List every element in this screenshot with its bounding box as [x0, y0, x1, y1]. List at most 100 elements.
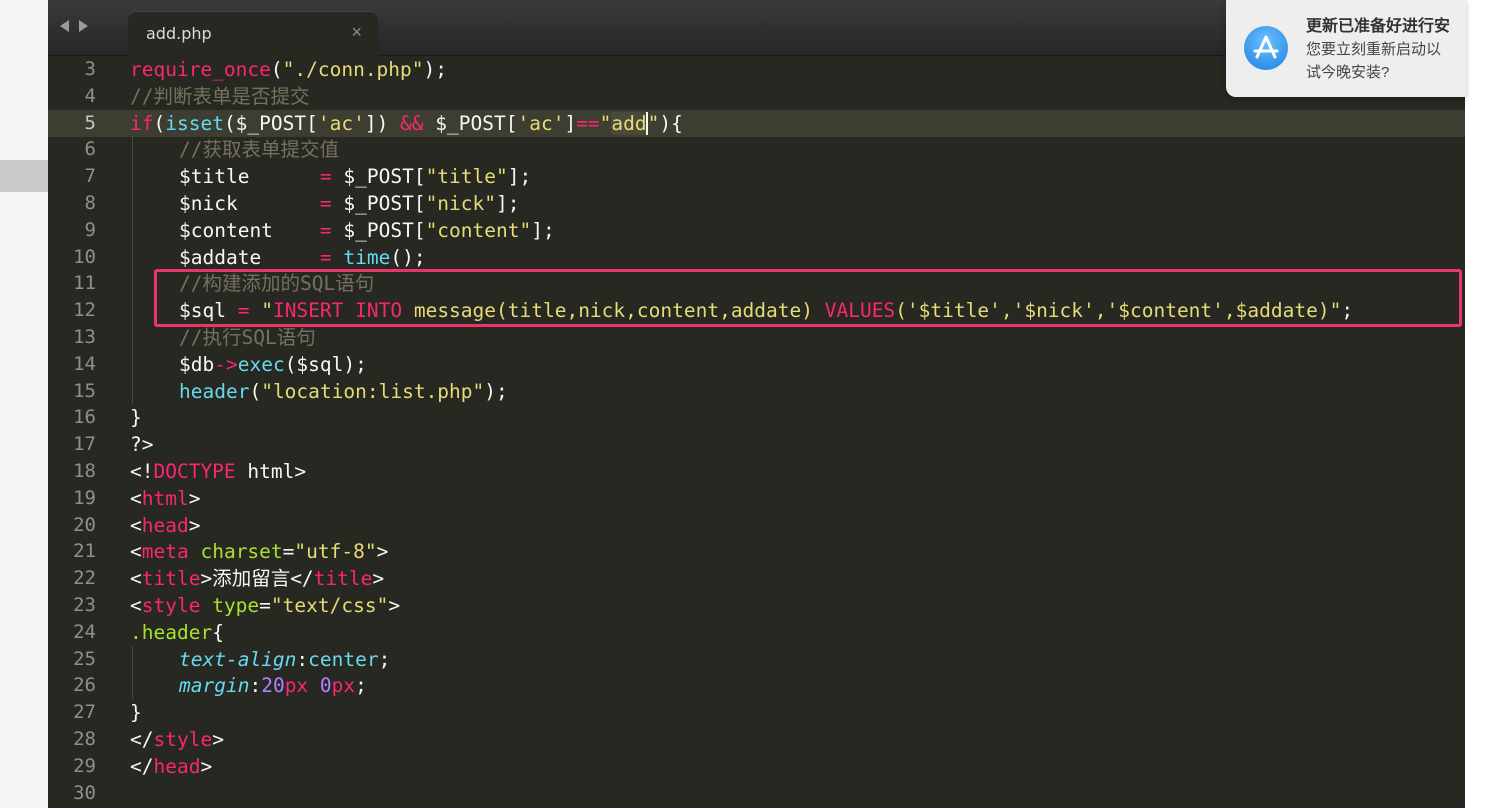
code-line[interactable]: header("location:list.php");: [179, 378, 508, 405]
line-number: 25: [73, 647, 96, 670]
line-number: 29: [73, 754, 96, 777]
line-number: 30: [73, 781, 96, 804]
annotation-highlight-box: [154, 269, 1462, 327]
code-line[interactable]: </head>: [130, 753, 212, 780]
code-token: header: [179, 379, 250, 403]
line-number: 22: [73, 567, 96, 590]
background-bar: [0, 160, 48, 192]
code-token: ();: [390, 245, 426, 269]
code-line[interactable]: <title>添加留言</title>: [130, 565, 384, 592]
line-number: 13: [73, 326, 96, 348]
line-number-gutter: 3 4 5 6 7 8 9 10 11 12 13 14 15 16 17 18 19 20 21 22 23 24 25 2…: [48, 56, 116, 808]
code-line[interactable]: ?>: [130, 431, 153, 458]
code-line[interactable]: $db->exec($sql);: [179, 351, 367, 378]
code-token: isset: [165, 111, 224, 135]
code-token: </: [130, 728, 154, 751]
line-number: 18: [73, 460, 96, 482]
code-token: );: [423, 58, 448, 81]
update-notification[interactable]: 更新已准备好进行安 您要立刻重新启动以 试今晚安装?: [1226, 0, 1466, 97]
code-token: $addate: [179, 245, 320, 269]
tab-navigation: [60, 20, 88, 40]
code-line[interactable]: }: [130, 404, 142, 431]
code-token: $db: [179, 352, 215, 376]
code-token: if: [130, 111, 154, 135]
back-arrow-icon[interactable]: [60, 20, 69, 32]
code-token: $_POST[: [423, 111, 518, 135]
code-line[interactable]: <style type="text/css">: [130, 592, 400, 619]
code-token: $_POST[: [331, 192, 426, 215]
indent-guide: [132, 645, 133, 673]
code-token: head: [153, 754, 201, 778]
code-token: "location:list.php": [261, 379, 485, 403]
code-token: html>: [235, 460, 307, 483]
code-token: "title": [425, 165, 508, 189]
code-line[interactable]: $title = $_POST["title"];: [179, 163, 531, 190]
code-token: px: [284, 674, 309, 698]
code-token: exec: [237, 352, 285, 376]
code-line[interactable]: $nick = $_POST["nick"];: [179, 190, 520, 217]
code-line[interactable]: }: [130, 699, 142, 726]
code-token: center: [308, 647, 379, 671]
code-token: html: [141, 486, 189, 510]
code-token: =: [282, 540, 295, 564]
line-number: 19: [73, 486, 96, 509]
code-token: ": [645, 111, 660, 135]
code-token: }: [130, 701, 142, 725]
code-line[interactable]: //执行SQL语句: [179, 324, 316, 351]
code-line[interactable]: $content = $_POST["content"];: [179, 217, 555, 244]
forward-arrow-icon[interactable]: [79, 20, 88, 32]
code-line[interactable]: <html>: [130, 485, 200, 512]
code-token: DOCTYPE: [153, 460, 236, 483]
code-token: 'ac': [517, 111, 565, 135]
code-token: ){: [659, 111, 683, 135]
code-token: }: [130, 406, 142, 430]
code-token: "./conn.php": [282, 58, 424, 81]
code-token: 20: [261, 674, 285, 698]
code-token: &&: [400, 111, 424, 135]
line-number: 4: [84, 84, 96, 107]
indent-guide: [132, 297, 133, 324]
line-number: 8: [84, 192, 96, 214]
tab-add-php[interactable]: add.php ×: [128, 12, 378, 56]
code-line[interactable]: require_once("./conn.php");: [130, 56, 447, 83]
code-line[interactable]: <head>: [130, 512, 200, 539]
code-line[interactable]: //获取表单提交值: [179, 136, 339, 163]
code-token: "nick": [425, 192, 497, 215]
code-area[interactable]: require_once("./conn.php");//判断表单是否提交 if(…: [130, 56, 1460, 808]
line-number: 5: [84, 111, 96, 134]
code-line[interactable]: margin:20px 0px;: [179, 672, 367, 699]
code-line[interactable]: <!DOCTYPE html>: [130, 458, 306, 485]
app-store-icon: [1244, 26, 1288, 70]
indent-guide: [132, 672, 133, 700]
line-number: 14: [73, 352, 96, 375]
code-token: $content: [179, 218, 320, 242]
code-token: <: [130, 513, 142, 537]
close-icon[interactable]: ×: [351, 22, 362, 43]
line-number: 9: [84, 218, 96, 241]
code-token: >: [372, 567, 385, 591]
line-number: 3: [84, 58, 96, 80]
code-line[interactable]: $addate = time();: [179, 244, 426, 271]
code-token: charset: [200, 540, 283, 564]
code-token: ]: [564, 111, 577, 135]
line-number: 23: [73, 594, 96, 616]
code-line[interactable]: text-align:center;: [179, 646, 390, 673]
code-token: "utf-8": [294, 540, 377, 564]
line-number: 7: [84, 165, 96, 188]
code-line[interactable]: //判断表单是否提交: [130, 83, 309, 110]
code-token: {: [212, 620, 224, 644]
code-editor[interactable]: add.php × 3 4 5 6 7 8 9 10 11 12 13 14 15 16 17 18 19 20 2…: [48, 0, 1465, 808]
code-line[interactable]: </style>: [130, 726, 224, 753]
code-token: <: [130, 486, 142, 510]
code-token: >: [188, 513, 201, 537]
code-token: ": [599, 111, 612, 135]
background-left: [0, 0, 48, 808]
code-line[interactable]: .header{: [130, 619, 224, 646]
indent-guide: [132, 163, 133, 190]
code-line[interactable]: if(isset($_POST['ac']) && $_POST['ac']==…: [130, 110, 683, 137]
code-token: $title: [179, 165, 320, 189]
code-line[interactable]: <meta charset="utf-8">: [130, 538, 388, 565]
code-token: style: [153, 728, 213, 751]
